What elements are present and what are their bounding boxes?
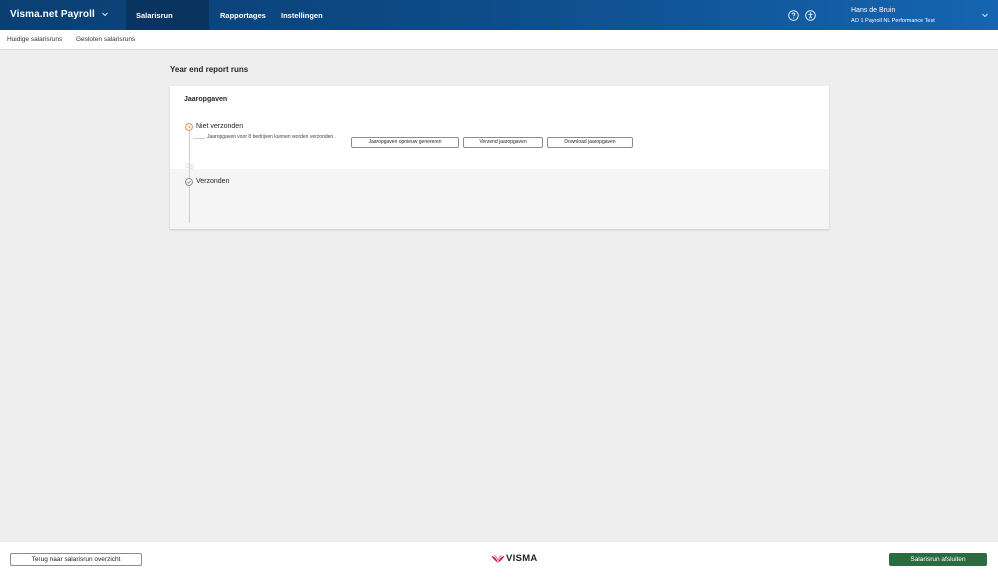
footer-bar: Terug naar salarisrun overzicht VISMA Sa… <box>0 542 998 577</box>
timeline-break-icon <box>185 163 194 169</box>
visma-logo: VISMA <box>491 554 541 564</box>
step-label-niet-verzonden: Niet verzonden <box>196 123 244 130</box>
nav-salarisrun-overzicht[interactable]: Salarisrun overzicht <box>126 0 209 51</box>
send-jaaropgaven-button[interactable]: Verzend jaaropgaven <box>463 137 543 148</box>
jaaropgaven-card: Jaaropgaven Niet verzonden Jaaropgaven v… <box>170 86 829 229</box>
timeline-line <box>189 131 190 223</box>
close-salarisrun-button[interactable]: Salarisrun afsluiten <box>889 553 987 566</box>
nav-rapportages[interactable]: Rapportages <box>210 0 276 30</box>
sub-navigation: Huidige salarisruns Gesloten salarisruns <box>0 30 998 50</box>
help-circle-icon[interactable] <box>788 10 799 21</box>
app-brand[interactable]: Visma.net Payroll <box>10 9 95 20</box>
step-label-verzonden: Verzonden <box>196 178 230 185</box>
download-jaaropgaven-button[interactable]: Download jaaropgaven <box>547 137 633 148</box>
nav-instellingen[interactable]: Instellingen <box>271 0 333 30</box>
page-title: Year end report runs <box>170 65 249 74</box>
step-verzonden-panel <box>170 169 829 229</box>
tab-gesloten-salarisruns[interactable]: Gesloten salarisruns <box>76 36 135 43</box>
check-circle-icon <box>185 178 193 186</box>
step-description: Jaaropgaven voor 8 bedrijven kunnen word… <box>207 134 335 140</box>
visma-logo-icon <box>491 555 505 563</box>
user-name[interactable]: Hans de Bruin <box>851 7 895 14</box>
chevron-down-icon[interactable] <box>981 11 989 19</box>
user-company[interactable]: AO 1 Payroll NL Performance Test <box>851 18 935 24</box>
chevron-down-icon[interactable] <box>101 10 109 18</box>
step-connector <box>193 138 205 139</box>
back-to-overview-button[interactable]: Terug naar salarisrun overzicht <box>10 553 142 566</box>
accessibility-icon[interactable] <box>805 10 816 21</box>
tab-huidige-salarisruns[interactable]: Huidige salarisruns <box>7 36 62 43</box>
regenerate-jaaropgaven-button[interactable]: Jaaropgaven opnieuw genereren <box>351 137 459 148</box>
pending-clock-icon <box>185 123 193 131</box>
visma-logo-text: VISMA <box>506 553 538 564</box>
top-navigation-bar: Visma.net Payroll Salarisrun overzicht R… <box>0 0 998 51</box>
card-title: Jaaropgaven <box>184 96 228 103</box>
